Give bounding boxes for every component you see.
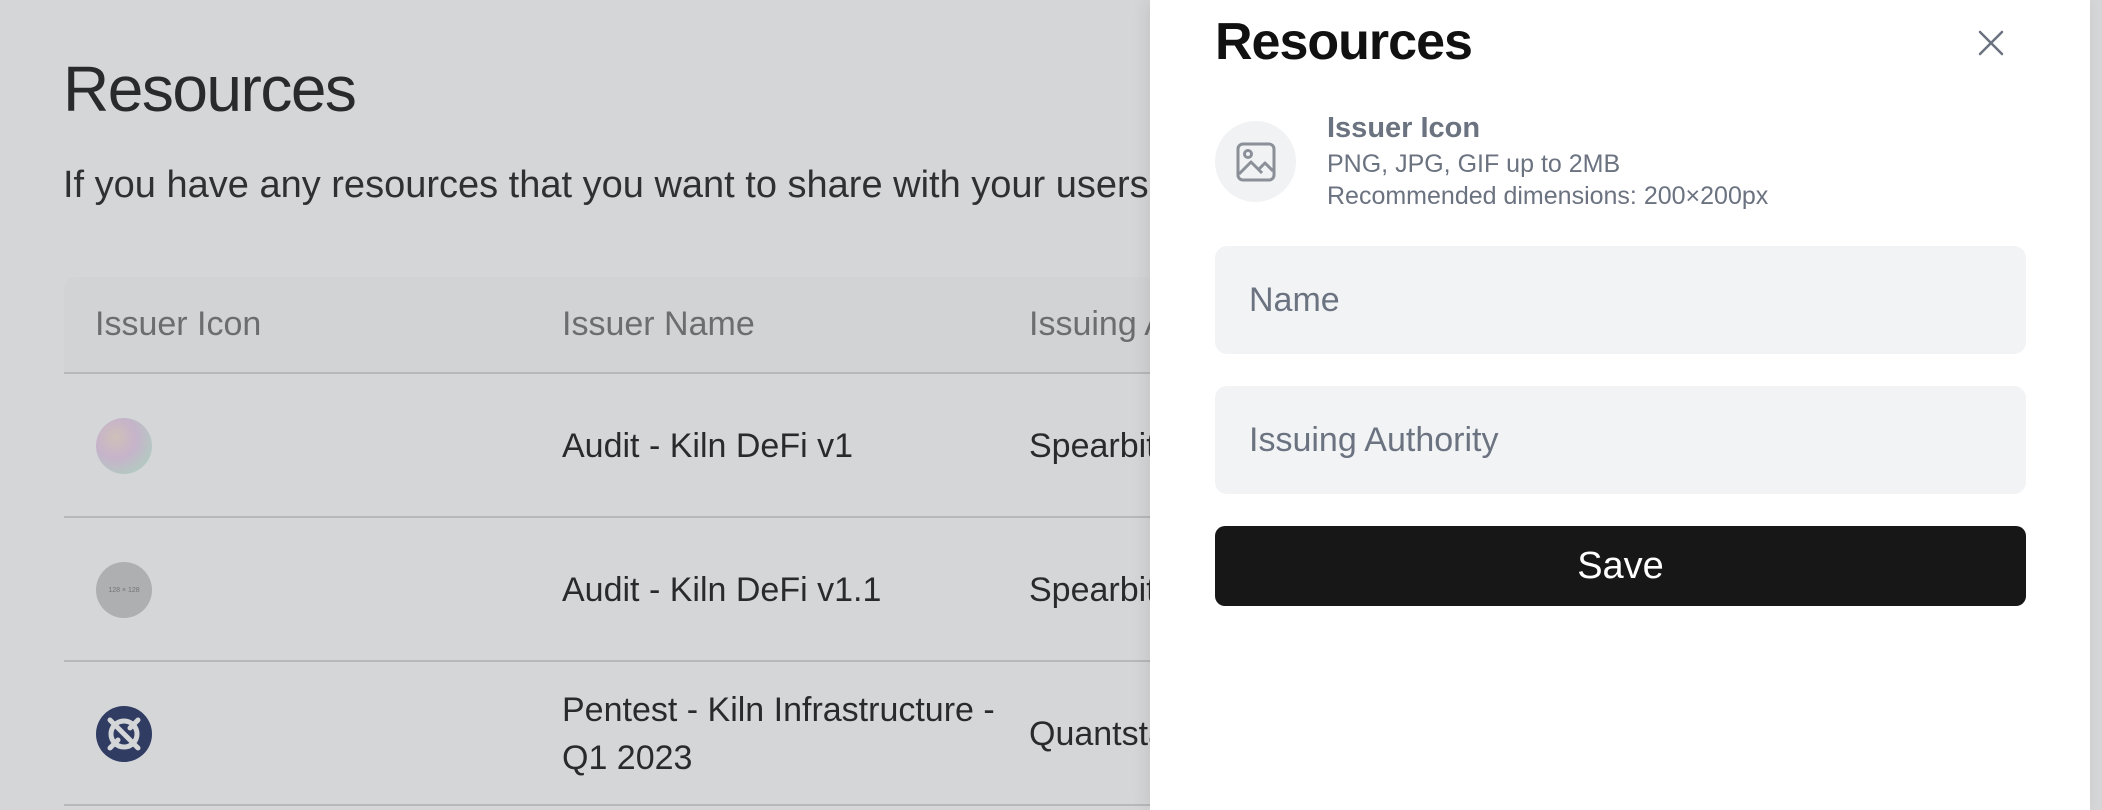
image-icon — [1236, 142, 1275, 181]
issuer-icon-upload[interactable] — [1215, 121, 1296, 202]
upload-format-hint: PNG, JPG, GIF up to 2MB — [1327, 150, 1621, 178]
resource-drawer: Resources Issuer Icon PNG, JPG, GIF up t… — [1150, 0, 2090, 810]
issuing-authority-input[interactable] — [1215, 386, 2026, 494]
save-button[interactable]: Save — [1215, 526, 2026, 606]
close-button[interactable] — [1970, 22, 2012, 64]
issuer-icon-label: Issuer Icon — [1327, 112, 1481, 144]
upload-dimensions-hint: Recommended dimensions: 200×200px — [1327, 182, 1769, 210]
close-icon — [1978, 30, 2004, 56]
name-input[interactable] — [1215, 246, 2026, 354]
drawer-title: Resources — [1215, 13, 1473, 71]
